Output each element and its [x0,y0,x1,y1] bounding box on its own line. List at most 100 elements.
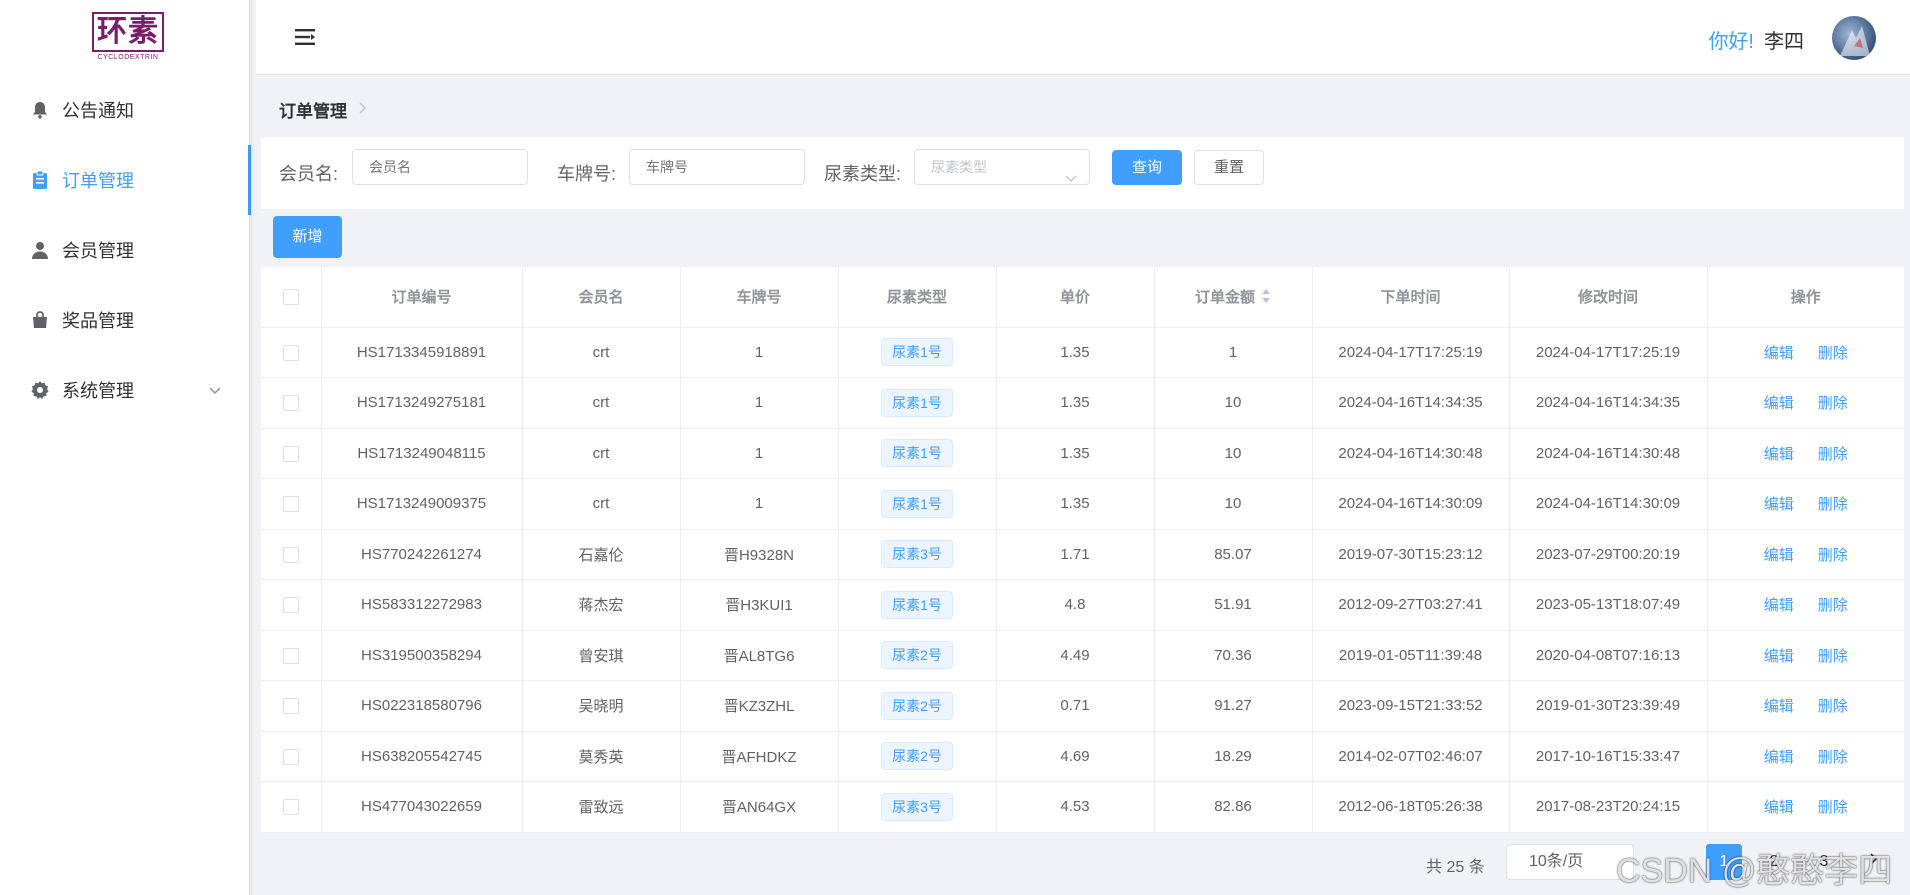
page-number-1[interactable]: 1 [1706,844,1742,880]
column-header-label: 订单金额 [1194,288,1255,306]
side-menu: 公告通知 订单管理 会员管理 奖品管理 系统管理 [0,75,251,425]
row-checkbox[interactable] [282,698,299,715]
breadcrumb-current[interactable]: 订单管理 [279,97,347,122]
breadcrumb: 订单管理 [279,97,369,122]
row-checkbox[interactable] [282,597,299,614]
edit-link[interactable]: 编辑 [1764,446,1794,463]
table-cell: 1.35 [996,478,1155,530]
column-header: 会员名 [522,267,681,328]
column-header: 修改时间 [1509,267,1708,328]
plate-input[interactable] [629,149,805,185]
row-select-cell [261,680,322,732]
table-cell: 尿素3号 [838,781,997,833]
table-cell: 莫秀英 [522,731,681,782]
member-label: 会员名: [279,164,339,184]
actions-cell: 编辑 删除 [1707,529,1904,580]
table-cell: 2019-01-05T11:39:48 [1312,630,1510,681]
table-cell: 晋AFHDKZ [680,731,839,782]
query-button[interactable]: 查询 [1112,150,1182,185]
edit-link[interactable]: 编辑 [1764,799,1794,816]
delete-link[interactable]: 删除 [1818,749,1848,766]
row-checkbox[interactable] [282,546,299,563]
actions-cell: 编辑 删除 [1707,630,1904,681]
edit-link[interactable]: 编辑 [1764,648,1794,665]
delete-link[interactable]: 删除 [1818,799,1848,816]
sidebar: 环素 CYCLODEXTRIN 公告通知 订单管理 会员管理 奖品管理 系统管理 [0,0,255,895]
table-cell: 2024-04-16T14:34:35 [1312,377,1510,429]
reset-button[interactable]: 重置 [1194,150,1264,185]
table-cell: 2020-04-08T07:16:13 [1509,630,1708,681]
delete-link[interactable]: 删除 [1818,547,1848,564]
column-header: 下单时间 [1312,267,1510,328]
greeting-text: 你好! [1708,31,1754,53]
row-checkbox[interactable] [282,344,299,361]
table-cell: 10 [1154,377,1313,429]
table-body: HS1713345918891 crt 1 尿素1号 1.35 1 2024-04-17T1… [261,327,1904,833]
table-cell: crt [522,478,681,530]
next-page-icon[interactable] [1856,844,1892,880]
row-checkbox[interactable] [282,395,299,412]
edit-link[interactable]: 编辑 [1764,749,1794,766]
breadcrumb-separator-icon [357,100,369,120]
collapse-menu-icon[interactable] [294,26,316,48]
sidebar-item-prizes[interactable]: 奖品管理 [0,285,250,355]
type-select[interactable]: 尿素类型 [914,149,1090,185]
table-cell: 2023-07-29T00:20:19 [1509,529,1708,580]
page-number-3[interactable]: 3 [1806,844,1842,880]
delete-link[interactable]: 删除 [1818,648,1848,665]
column-header: 订单编号 [321,267,523,328]
row-select-cell [261,579,322,631]
edit-link[interactable]: 编辑 [1764,345,1794,362]
avatar[interactable] [1832,16,1876,60]
table-cell: HS638205542745 [321,731,523,782]
member-input[interactable] [352,149,528,185]
table-cell: 晋AN64GX [680,781,839,833]
add-button[interactable]: 新增 [273,216,342,258]
table-cell: 2024-04-16T14:30:09 [1312,478,1510,530]
row-select-cell [261,478,322,530]
delete-link[interactable]: 删除 [1818,395,1848,412]
delete-link[interactable]: 删除 [1818,496,1848,513]
sidebar-item-members[interactable]: 会员管理 [0,215,250,285]
page-size-select[interactable]: 10条/页 [1506,844,1634,880]
sidebar-item-system[interactable]: 系统管理 [0,355,250,425]
table-cell: 2019-01-30T23:39:49 [1509,680,1708,732]
edit-link[interactable]: 编辑 [1764,547,1794,564]
actions-cell: 编辑 删除 [1707,579,1904,631]
delete-link[interactable]: 删除 [1818,597,1848,614]
table-cell: 1 [680,377,839,429]
table-cell: 1 [680,327,839,378]
column-header-sortable[interactable]: 订单金额 [1154,267,1313,328]
table-cell: 4.53 [996,781,1155,833]
edit-link[interactable]: 编辑 [1764,597,1794,614]
edit-link[interactable]: 编辑 [1764,395,1794,412]
delete-link[interactable]: 删除 [1818,345,1848,362]
pagination-total: 共 25 条 [1426,859,1485,876]
table-cell: 4.8 [996,579,1155,631]
sidebar-item-notices[interactable]: 公告通知 [0,75,250,145]
table-cell: HS022318580796 [321,680,523,732]
row-checkbox[interactable] [282,799,299,816]
actions-cell: 编辑 删除 [1707,781,1904,833]
table-cell: 尿素1号 [838,478,997,530]
sidebar-item-orders[interactable]: 订单管理 [0,145,251,215]
table-row: HS1713249009375 crt 1 尿素1号 1.35 10 2024-04-16T… [261,478,1904,530]
select-all-checkbox[interactable] [282,289,299,306]
table-cell: 4.49 [996,630,1155,681]
edit-link[interactable]: 编辑 [1764,698,1794,715]
table-cell: 2024-04-17T17:25:19 [1509,327,1708,378]
delete-link[interactable]: 删除 [1818,698,1848,715]
username[interactable]: 李四 [1764,31,1804,53]
table-cell: 尿素2号 [838,731,997,782]
table-cell: 4.69 [996,731,1155,782]
sort-icon[interactable] [1261,288,1271,308]
delete-link[interactable]: 删除 [1818,446,1848,463]
page-number-2[interactable]: 2 [1756,844,1792,880]
row-checkbox[interactable] [282,445,299,462]
edit-link[interactable]: 编辑 [1764,496,1794,513]
row-checkbox[interactable] [282,647,299,664]
table-cell: 2024-04-16T14:30:48 [1509,428,1708,479]
row-checkbox[interactable] [282,748,299,765]
column-header: 尿素类型 [838,267,997,328]
row-checkbox[interactable] [282,496,299,513]
